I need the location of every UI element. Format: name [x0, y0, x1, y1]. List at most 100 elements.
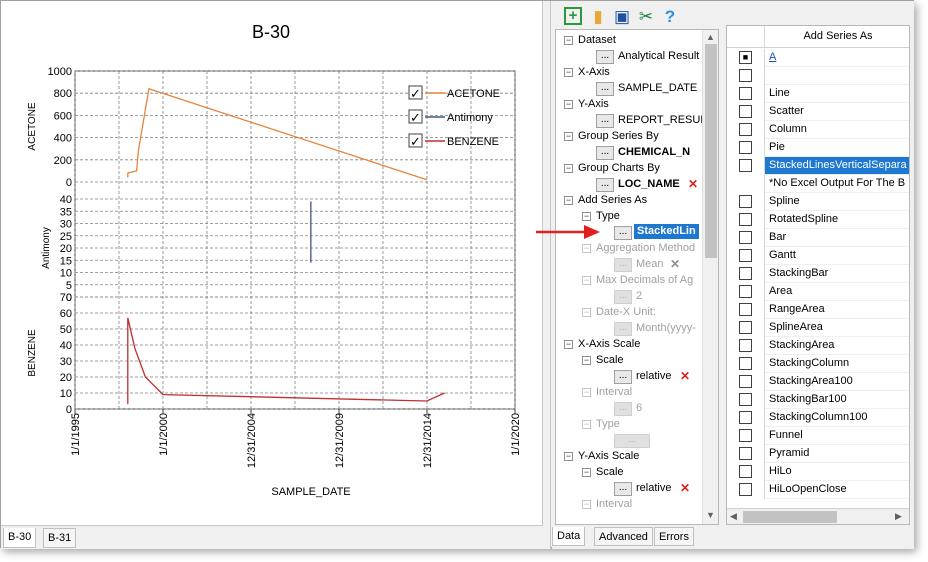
grid-row[interactable]: RotatedSpline	[727, 211, 909, 229]
row-checkbox[interactable]	[739, 375, 752, 388]
grid-row[interactable]: Spline	[727, 193, 909, 211]
row-checkbox[interactable]	[739, 393, 752, 406]
grid-row[interactable]: StackingBar100	[727, 391, 909, 409]
add-chart-icon[interactable]: +	[564, 7, 582, 25]
tab-b30[interactable]: B-30	[3, 528, 37, 548]
select-all-checkbox[interactable]: ■	[739, 51, 752, 64]
grid-row[interactable]: HiLoOpenClose	[727, 481, 909, 499]
filter-letter-icon[interactable]: A	[769, 51, 776, 63]
xscale-type-browse-button[interactable]: ...	[614, 434, 650, 448]
row-checkbox[interactable]	[739, 249, 752, 262]
yscale-browse-button[interactable]: ...	[614, 482, 632, 496]
collapse-xaxis-icon[interactable]: −	[564, 68, 573, 77]
collapse-group-series-icon[interactable]: −	[564, 132, 573, 141]
tree-xscale-interval[interactable]: Interval	[596, 384, 632, 400]
row-checkbox[interactable]	[739, 231, 752, 244]
grid-row[interactable]: ✓ StackedLinesVerticalSepara	[727, 157, 909, 175]
row-checkbox[interactable]	[739, 69, 752, 82]
clear-yscale-icon[interactable]: ✕	[680, 480, 690, 496]
tree-xscale[interactable]: X-Axis Scale	[578, 336, 640, 352]
tree-xscale-scale[interactable]: Scale	[596, 352, 624, 368]
grid-hscroll-thumb[interactable]	[743, 511, 837, 523]
tree-xaxis[interactable]: X-Axis	[578, 64, 610, 80]
grid-row[interactable]: Scatter	[727, 103, 909, 121]
row-checkbox[interactable]	[739, 105, 752, 118]
row-checkbox[interactable]	[739, 447, 752, 460]
grid-hscrollbar[interactable]: ◀ ▶	[727, 508, 909, 524]
row-checkbox[interactable]: ✓	[739, 159, 752, 172]
grid-row[interactable]: HiLo	[727, 463, 909, 481]
collapse-yscale-icon[interactable]: −	[564, 452, 573, 461]
collapse-yscale-scale-icon[interactable]: −	[582, 468, 591, 477]
group-series-browse-button[interactable]: ...	[596, 146, 614, 160]
collapse-xscale-scale-icon[interactable]: −	[582, 356, 591, 365]
row-checkbox[interactable]	[739, 267, 752, 280]
row-checkbox[interactable]	[739, 285, 752, 298]
grid-row[interactable]: Column	[727, 121, 909, 139]
collapse-aggregation-icon[interactable]: −	[582, 244, 591, 253]
grid-row[interactable]: SplineArea	[727, 319, 909, 337]
grid-row[interactable]: *No Excel Output For The B	[727, 175, 909, 193]
tree-group-series[interactable]: Group Series By	[578, 128, 659, 144]
group-charts-browse-button[interactable]: ...	[596, 178, 614, 192]
xscale-browse-button[interactable]: ...	[614, 370, 632, 384]
grid-row[interactable]: Bar	[727, 229, 909, 247]
row-checkbox[interactable]	[739, 465, 752, 478]
tree-scroll-thumb[interactable]	[705, 44, 717, 258]
grid-row[interactable]: Area	[727, 283, 909, 301]
clear-aggregation-icon[interactable]: ✕	[670, 256, 680, 272]
type-value[interactable]: StackedLin	[634, 224, 699, 239]
collapse-yscale-interval-icon[interactable]: −	[582, 500, 591, 509]
grid-row[interactable]: Pyramid	[727, 445, 909, 463]
row-checkbox[interactable]	[739, 123, 752, 136]
grid-row[interactable]: Funnel	[727, 427, 909, 445]
row-checkbox[interactable]	[739, 321, 752, 334]
tree-date-x[interactable]: Date-X Unit:	[596, 304, 656, 320]
collapse-xscale-type-icon[interactable]: −	[582, 420, 591, 429]
grid-row[interactable]: StackingArea100	[727, 373, 909, 391]
grid-row[interactable]: StackingColumn100	[727, 409, 909, 427]
scissors-icon[interactable]: ✂	[636, 7, 656, 27]
row-checkbox[interactable]	[739, 483, 752, 496]
tab-advanced[interactable]: Advanced	[594, 527, 653, 546]
tree-yscale-scale[interactable]: Scale	[596, 464, 624, 480]
row-checkbox[interactable]	[739, 213, 752, 226]
collapse-xscale-interval-icon[interactable]: −	[582, 388, 591, 397]
tree-yaxis[interactable]: Y-Axis	[578, 96, 609, 112]
tree-xscale-type[interactable]: Type	[596, 416, 620, 432]
tab-data[interactable]: Data	[552, 527, 586, 546]
tree-dataset[interactable]: Dataset	[578, 32, 616, 48]
tab-b31[interactable]: B-31	[43, 528, 77, 548]
grid-row[interactable]: StackingBar	[727, 265, 909, 283]
tree-aggregation[interactable]: Aggregation Method	[596, 240, 695, 256]
tree-add-series[interactable]: Add Series As	[578, 192, 647, 208]
collapse-yaxis-icon[interactable]: −	[564, 100, 573, 109]
xscale-interval-browse-button[interactable]: ...	[614, 402, 632, 416]
tree-group-charts[interactable]: Group Charts By	[578, 160, 660, 176]
collapse-date-x-icon[interactable]: −	[582, 308, 591, 317]
tab-errors[interactable]: Errors	[654, 527, 694, 546]
row-checkbox[interactable]	[739, 303, 752, 316]
clear-xscale-icon[interactable]: ✕	[680, 368, 690, 384]
grid-row[interactable]: StackingColumn	[727, 355, 909, 373]
max-decimals-browse-button[interactable]: ...	[614, 290, 632, 304]
save-icon[interactable]: ▣	[612, 7, 632, 27]
grid-row[interactable]: Line	[727, 85, 909, 103]
grid-row[interactable]	[727, 67, 909, 85]
row-checkbox[interactable]	[739, 357, 752, 370]
scroll-up-icon[interactable]: ▲	[706, 32, 715, 42]
yaxis-browse-button[interactable]: ...	[596, 114, 614, 128]
row-checkbox[interactable]	[739, 429, 752, 442]
row-checkbox[interactable]	[739, 87, 752, 100]
splitter[interactable]	[543, 1, 551, 549]
row-checkbox[interactable]	[739, 141, 752, 154]
open-folder-icon[interactable]: ▮	[588, 7, 608, 27]
scroll-down-icon[interactable]: ▼	[706, 510, 715, 520]
help-icon[interactable]: ?	[660, 7, 680, 27]
dataset-browse-button[interactable]: ...	[596, 50, 614, 64]
collapse-xscale-icon[interactable]: −	[564, 340, 573, 349]
tree-scrollbar[interactable]: ▲ ▼	[702, 30, 718, 524]
aggregation-browse-button[interactable]: ...	[614, 258, 632, 272]
clear-group-charts-icon[interactable]: ✕	[688, 176, 698, 192]
tree-yscale-interval[interactable]: Interval	[596, 496, 632, 512]
